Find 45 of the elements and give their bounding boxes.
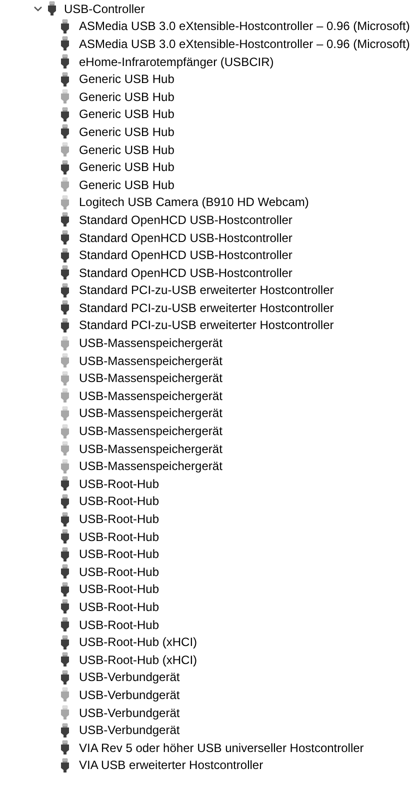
device-item[interactable]: USB-Root-Hub bbox=[79, 512, 160, 526]
device-item[interactable]: VIA Rev 5 oder höher USB universeller Hostcontroller bbox=[79, 740, 364, 755]
device-item[interactable]: USB-Verbundgerät bbox=[79, 688, 180, 702]
device-item[interactable]: Logitech USB Camera (B910 HD Webcam) bbox=[79, 195, 309, 210]
category-label[interactable]: USB-Controller bbox=[64, 2, 145, 16]
device-item[interactable]: USB-Massenspeichergerät bbox=[79, 354, 222, 368]
device-item[interactable]: USB-Root-Hub bbox=[79, 582, 160, 596]
device-item[interactable]: Generic USB Hub bbox=[79, 142, 174, 157]
device-item[interactable]: Standard PCI-zu-USB erweiterter Hostcontroller bbox=[79, 283, 334, 298]
device-item[interactable]: USB-Root-Hub bbox=[79, 564, 160, 579]
device-item[interactable]: Standard OpenHCD USB-Hostcontroller bbox=[79, 266, 292, 280]
device-item[interactable]: Generic USB Hub bbox=[79, 72, 174, 86]
device-item[interactable]: eHome-Infrarotempfänger (USBCIR) bbox=[79, 54, 274, 69]
device-item[interactable]: USB-Root-Hub bbox=[79, 530, 160, 544]
device-item[interactable]: USB-Root-Hub bbox=[79, 494, 160, 508]
device-item[interactable]: USB-Verbundgerät bbox=[79, 706, 180, 720]
device-item[interactable]: Standard OpenHCD USB-Hostcontroller bbox=[79, 212, 292, 227]
chevron-icon[interactable] bbox=[33, 4, 43, 14]
device-item[interactable]: USB-Massenspeichergerät bbox=[79, 442, 222, 456]
device-item[interactable]: Generic USB Hub bbox=[79, 107, 174, 122]
device-item[interactable]: USB-Massenspeichergerät bbox=[79, 388, 222, 403]
device-item[interactable]: USB-Root-Hub bbox=[79, 600, 160, 614]
device-item[interactable]: Standard PCI-zu-USB erweiterter Hostcontroller bbox=[79, 300, 334, 315]
device-item[interactable]: Standard PCI-zu-USB erweiterter Hostcontroller bbox=[79, 318, 334, 332]
device-item[interactable]: ASMedia USB 3.0 eXtensible-Hostcontroller – 0.96 (Microsoft) bbox=[79, 36, 410, 51]
device-item[interactable]: USB-Root-Hub bbox=[79, 476, 160, 491]
device-item[interactable]: Generic USB Hub bbox=[79, 160, 174, 174]
device-item[interactable]: USB-Verbundgerät bbox=[79, 723, 180, 738]
device-item[interactable]: USB-Root-Hub bbox=[79, 618, 160, 632]
device-item[interactable]: Generic USB Hub bbox=[79, 124, 174, 139]
device-item[interactable]: VIA USB erweiterter Hostcontroller bbox=[79, 758, 264, 772]
device-item[interactable]: Generic USB Hub bbox=[79, 90, 174, 104]
device-item[interactable]: USB-Massenspeichergerät bbox=[79, 406, 222, 420]
device-item[interactable]: Generic USB Hub bbox=[79, 178, 174, 192]
device-item[interactable]: USB-Massenspeichergerät bbox=[79, 371, 222, 386]
device-item[interactable]: USB-Root-Hub (xHCI) bbox=[79, 635, 198, 650]
device-item[interactable]: USB-Root-Hub (xHCI) bbox=[79, 652, 198, 667]
device-item[interactable]: ASMedia USB 3.0 eXtensible-Hostcontroller – 0.96 (Microsoft) bbox=[79, 19, 410, 34]
device-item[interactable]: USB-Massenspeichergerät bbox=[79, 424, 222, 438]
device-item[interactable]: USB-Root-Hub bbox=[79, 547, 160, 562]
device-item[interactable]: Standard OpenHCD USB-Hostcontroller bbox=[79, 230, 292, 245]
device-item[interactable]: USB-Massenspeichergerät bbox=[79, 336, 222, 350]
device-item[interactable]: USB-Massenspeichergerät bbox=[79, 459, 222, 474]
device-item[interactable]: USB-Verbundgerät bbox=[79, 670, 180, 684]
device-item[interactable]: Standard OpenHCD USB-Hostcontroller bbox=[79, 248, 292, 262]
